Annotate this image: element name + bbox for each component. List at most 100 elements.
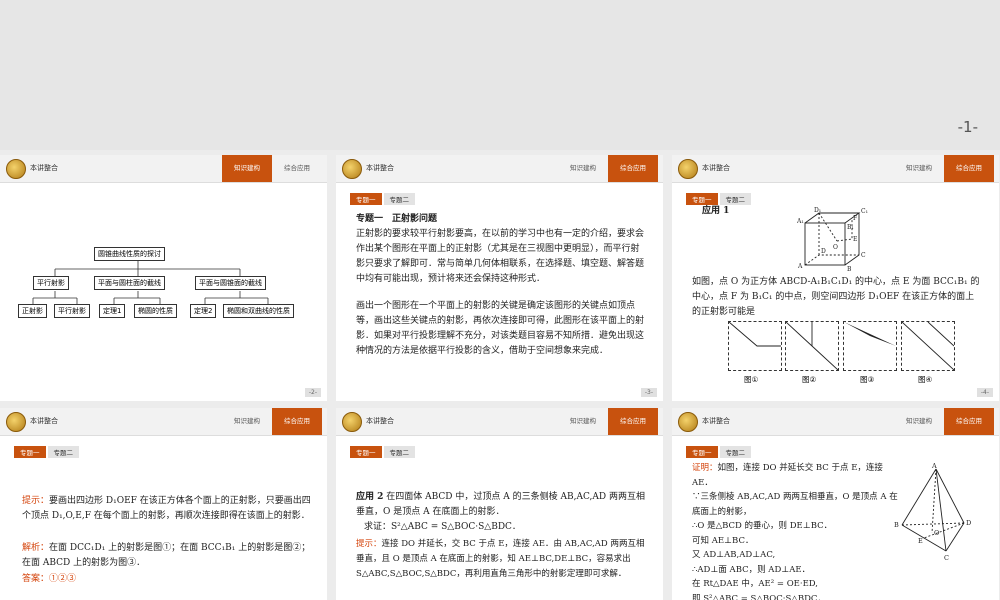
projection-figure-3[interactable] — [843, 321, 897, 371]
tetra-label: C — [944, 554, 949, 562]
proof-line: 又 AD⊥AB,AD⊥AC, — [692, 550, 776, 560]
topic-tab-1[interactable]: 专题一 — [350, 193, 382, 205]
slide-4[interactable]: 本讲整合 知识建构 综合应用 专题一 专题二 应用 1 D₁ C₁ A₁ B₁ F… — [672, 155, 999, 401]
application-2-heading: 应用 2 — [356, 492, 384, 502]
hint-label: 提示： — [22, 496, 50, 506]
tree-root: 圆锥曲线性质的探讨 — [94, 247, 165, 261]
tree-leaf: 定理2 — [190, 304, 217, 318]
section-title: 本讲整合 — [366, 417, 394, 425]
slide-header: 本讲整合 知识建构 综合应用 — [0, 408, 327, 436]
projection-figure-1[interactable] — [728, 321, 782, 371]
proof-line: ∴O 是△BCD 的垂心，则 DE⊥BC． — [692, 521, 833, 531]
cube-diagram: D₁ C₁ A₁ B₁ F E O D C A B — [797, 207, 868, 273]
slide-header: 本讲整合 知识建构 综合应用 — [672, 155, 999, 183]
cube-label: F — [853, 215, 857, 222]
slide-header: 本讲整合 知识建构 综合应用 — [336, 155, 663, 183]
tab-application[interactable]: 综合应用 — [608, 408, 658, 435]
slide-header: 本讲整合 知识建构 综合应用 — [672, 408, 999, 436]
section-title: 本讲整合 — [702, 164, 730, 172]
slide-number: -3- — [640, 388, 657, 397]
proof-block: 证明：如图，连接 DO 并延长交 BC 于点 E，连接 AE． ∵三条侧棱 AB… — [692, 461, 902, 600]
tab-knowledge[interactable]: 知识建构 — [894, 155, 944, 182]
proof-line: ∵三条侧棱 AB,AC,AD 两两互相垂直，O 是顶点 A 在底面上的射影， — [692, 492, 898, 517]
tab-application[interactable]: 综合应用 — [608, 155, 658, 182]
topic-tab-2[interactable]: 专题二 — [383, 193, 415, 205]
cube-label: C₁ — [861, 208, 868, 215]
tab-knowledge[interactable]: 知识建构 — [894, 408, 944, 435]
tree-node: 平行射影 — [33, 276, 69, 290]
tree-leaf: 椭圆的性质 — [134, 304, 177, 318]
tetra-label: B — [894, 521, 899, 529]
cube-label: D₁ — [814, 207, 821, 214]
topic-body-2: 画出一个图形在一个平面上的射影的关键是确定该图形的关键点如顶点等，画出这些关键点… — [356, 301, 645, 356]
tetra-label: E — [918, 537, 923, 545]
tab-application[interactable]: 综合应用 — [272, 408, 322, 435]
cube-label: B — [847, 266, 852, 273]
logo-icon — [678, 412, 698, 432]
proof-label: 证明： — [692, 463, 718, 473]
prove-statement: 求证：S²△ABC = S△BOC·S△BDC． — [364, 522, 521, 532]
figure-label: 图③ — [860, 375, 875, 384]
topic-tab-2[interactable]: 专题二 — [383, 446, 415, 458]
application-body: 如图，点 O 为正方体 ABCD-A₁B₁C₁D₁ 的中心，点 E 为面 BCC… — [692, 277, 980, 317]
tetrahedron-diagram: A B C D E O — [894, 463, 971, 562]
cube-label: D — [821, 248, 826, 255]
topic-tab-1[interactable]: 专题一 — [686, 446, 718, 458]
tab-application[interactable]: 综合应用 — [944, 155, 994, 182]
tetra-label: A — [931, 463, 937, 470]
title-slide: -1- — [0, 0, 1000, 150]
topic-tabs: 专题一 专题二 — [14, 440, 81, 459]
tree-leaf: 椭圆和双曲线的性质 — [223, 304, 294, 318]
hint-text: 连接 DO 并延长，交 BC 于点 E，连接 AE．由 AB,AC,AD 两两互… — [356, 539, 645, 579]
proof-line: 即 S²△ABC = S△BOC·S△BDC． — [692, 593, 826, 600]
figure-label: 图② — [802, 375, 817, 384]
answer-label: 答案： — [22, 574, 50, 584]
figure-label: 图④ — [918, 375, 933, 384]
tab-knowledge[interactable]: 知识建构 — [558, 408, 608, 435]
slide-6[interactable]: 本讲整合 知识建构 综合应用 专题一 专题二 应用 2 在四面体 ABCD 中，过… — [336, 408, 663, 600]
topic-tabs: 专题一 专题二 — [350, 440, 417, 459]
topic-tab-1[interactable]: 专题一 — [350, 446, 382, 458]
cube-label: B₁ — [847, 224, 854, 231]
cube-label: C — [861, 252, 866, 259]
tab-knowledge[interactable]: 知识建构 — [558, 155, 608, 182]
section-title: 本讲整合 — [366, 164, 394, 172]
slide-7[interactable]: 本讲整合 知识建构 综合应用 专题一 专题二 证明：如图，连接 DO 并延长交 B… — [672, 408, 999, 600]
topic-tab-2[interactable]: 专题二 — [47, 446, 79, 458]
slide-5[interactable]: 本讲整合 知识建构 综合应用 专题一 专题二 提示：要画出四边形 D₁OEF 在该… — [0, 408, 327, 600]
proof-line: 证明：如图，连接 DO 并延长交 BC 于点 E，连接 AE． — [692, 461, 902, 490]
hint-block: 提示：连接 DO 并延长，交 BC 于点 E，连接 AE．由 AB,AC,AD … — [356, 537, 648, 582]
application-heading: 应用 1 — [702, 206, 730, 216]
hint-label: 提示： — [356, 539, 382, 549]
logo-icon — [678, 159, 698, 179]
page-number: -1- — [957, 118, 978, 136]
topic-body: 正射影的要求较平行射影要高，在以前的学习中也有一定的介绍，要求会作出某个图形在平… — [356, 229, 645, 284]
answer-text: ①②③ — [49, 574, 77, 584]
tab-knowledge[interactable]: 知识建构 — [222, 408, 272, 435]
tree-node: 平面与圆柱面的截线 — [94, 276, 165, 290]
application-2-block: 应用 2 在四面体 ABCD 中，过顶点 A 的三条侧棱 AB,AC,AD 两两… — [356, 490, 648, 520]
analysis-label: 解析： — [22, 543, 50, 553]
slide-number: -4- — [976, 388, 993, 397]
logo-icon — [6, 412, 26, 432]
figure-label: 图① — [744, 375, 759, 384]
cube-label: A — [797, 263, 803, 270]
slide-3[interactable]: 本讲整合 知识建构 综合应用 专题一 专题二 专题一 正射影问题 正射影的要求较平… — [336, 155, 663, 401]
proof-text: 如图，连接 DO 并延长交 BC 于点 E，连接 AE． — [692, 463, 883, 488]
slide-header: 本讲整合 知识建构 综合应用 — [336, 408, 663, 436]
proof-line: 在 Rt△DAE 中，AE² = OE·ED, — [692, 579, 818, 589]
hint-block: 提示：要画出四边形 D₁OEF 在该正方体各个面上的正射影，只要画出四个顶点 D… — [22, 494, 312, 524]
analysis-text: 在面 DCC₁D₁ 上的射影是图①；在面 BCC₁B₁ 上的射影是图②；在面 A… — [22, 543, 311, 568]
tab-application[interactable]: 综合应用 — [944, 408, 994, 435]
tree-node: 平面与圆锥面的截线 — [195, 276, 266, 290]
slide-2[interactable]: 本讲整合 知识建构 综合应用 圆锥曲线性质的探讨 平行射影 平面与圆柱面的截线 … — [0, 155, 327, 401]
projection-figure-4[interactable] — [901, 321, 955, 371]
cube-label: E — [853, 236, 857, 243]
topic-tab-2[interactable]: 专题二 — [719, 446, 751, 458]
projection-figure-2[interactable] — [785, 321, 839, 371]
proof-line: ∴AD⊥面 ABC，则 AD⊥AE． — [692, 564, 811, 575]
topic-tab-1[interactable]: 专题一 — [14, 446, 46, 458]
proof-line: 可知 AE⊥BC． — [692, 535, 754, 546]
topic-heading: 专题一 正射影问题 — [356, 214, 438, 224]
tetra-label: O — [934, 529, 939, 537]
